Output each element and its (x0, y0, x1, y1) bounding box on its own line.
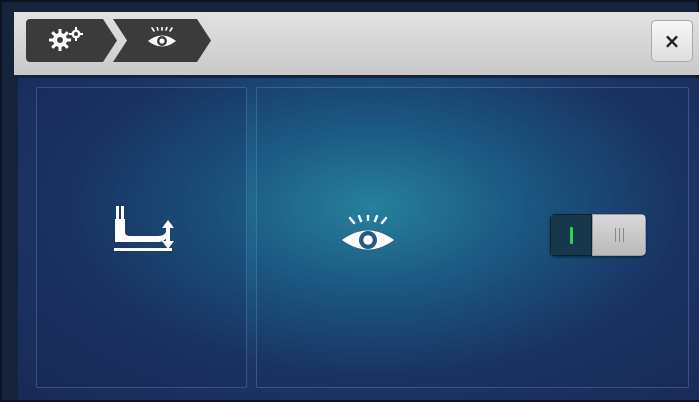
eye-icon (145, 27, 179, 55)
presser-foot-lift-icon (114, 206, 176, 262)
on-bar-icon (569, 226, 573, 244)
toggle-knob[interactable] (592, 214, 646, 256)
grip-line-icon (614, 228, 616, 242)
breadcrumb-settings[interactable] (26, 19, 117, 62)
header-bar: × (14, 12, 699, 75)
grip-line-icon (622, 228, 624, 242)
toggle-on-indicator (550, 214, 592, 256)
window-frame: × (0, 0, 699, 402)
settings-gears-icon (49, 27, 85, 55)
breadcrumb (26, 19, 211, 62)
view-panel (256, 87, 689, 388)
presser-foot-panel[interactable] (36, 87, 247, 388)
close-button[interactable]: × (651, 20, 693, 62)
content-area (18, 78, 699, 400)
eye-icon (340, 213, 396, 261)
breadcrumb-view[interactable] (113, 19, 211, 62)
grip-line-icon (618, 228, 620, 242)
view-toggle-switch[interactable] (550, 214, 646, 256)
